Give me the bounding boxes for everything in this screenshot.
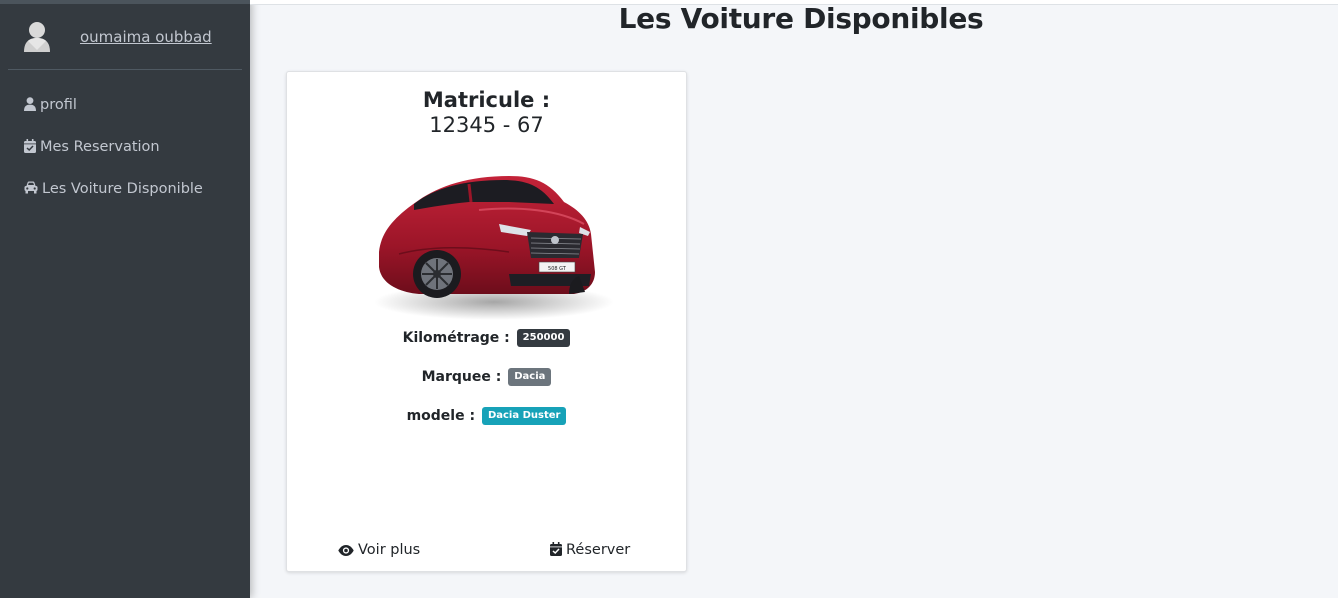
plate-value: 12345 - 67 bbox=[429, 113, 544, 137]
user-avatar-icon[interactable] bbox=[22, 20, 52, 52]
car-plate-text: 508 GT bbox=[548, 266, 567, 272]
model-label: modele : bbox=[406, 408, 476, 424]
eye-icon bbox=[338, 544, 354, 560]
model-row: modele : Dacia Duster bbox=[287, 407, 686, 425]
brand-row: Marquee : Dacia bbox=[287, 368, 686, 386]
sidebar-item-profil[interactable]: profil bbox=[0, 84, 250, 126]
page-title: Les Voiture Disponibles bbox=[618, 2, 984, 35]
model-badge: Dacia Duster bbox=[481, 407, 567, 425]
sidebar-top-divider bbox=[0, 0, 250, 4]
user-name-link[interactable]: oumaima oubbad bbox=[80, 28, 212, 46]
user-icon bbox=[24, 97, 36, 111]
sidebar-item-mes-reservation[interactable]: Mes Reservation bbox=[0, 126, 250, 168]
view-more-label: Voir plus bbox=[358, 542, 421, 558]
sidebar-item-label: profil bbox=[40, 97, 77, 113]
user-panel: oumaima oubbad bbox=[8, 14, 242, 70]
mileage-row: Kilométrage : 250000 bbox=[287, 329, 686, 347]
sidebar-nav: profil Mes Reservation Les Voiture Dispo… bbox=[0, 84, 250, 210]
calendar-check-icon bbox=[24, 139, 36, 153]
brand-label: Marquee : bbox=[421, 369, 502, 385]
view-more-button[interactable]: Voir plus bbox=[338, 542, 420, 560]
car-card: Matricule : 12345 - 67 508 GT Kilométrag… bbox=[286, 71, 687, 572]
sidebar: oumaima oubbad profil Mes Reservation Le… bbox=[0, 0, 250, 598]
car-icon bbox=[24, 181, 38, 195]
sidebar-item-les-voiture-disponible[interactable]: Les Voiture Disponible bbox=[0, 168, 250, 210]
sidebar-item-label: Mes Reservation bbox=[40, 139, 160, 155]
reserve-button[interactable]: Réserver bbox=[550, 542, 630, 560]
brand-badge: Dacia bbox=[508, 368, 552, 386]
reserve-label: Réserver bbox=[566, 542, 631, 558]
car-image: 508 GT bbox=[359, 162, 614, 327]
sidebar-item-label: Les Voiture Disponible bbox=[42, 181, 203, 197]
calendar-check-icon bbox=[550, 542, 562, 560]
plate-label: Matricule : bbox=[422, 88, 551, 112]
mileage-badge: 250000 bbox=[516, 329, 571, 347]
mileage-label: Kilométrage : bbox=[402, 330, 510, 346]
